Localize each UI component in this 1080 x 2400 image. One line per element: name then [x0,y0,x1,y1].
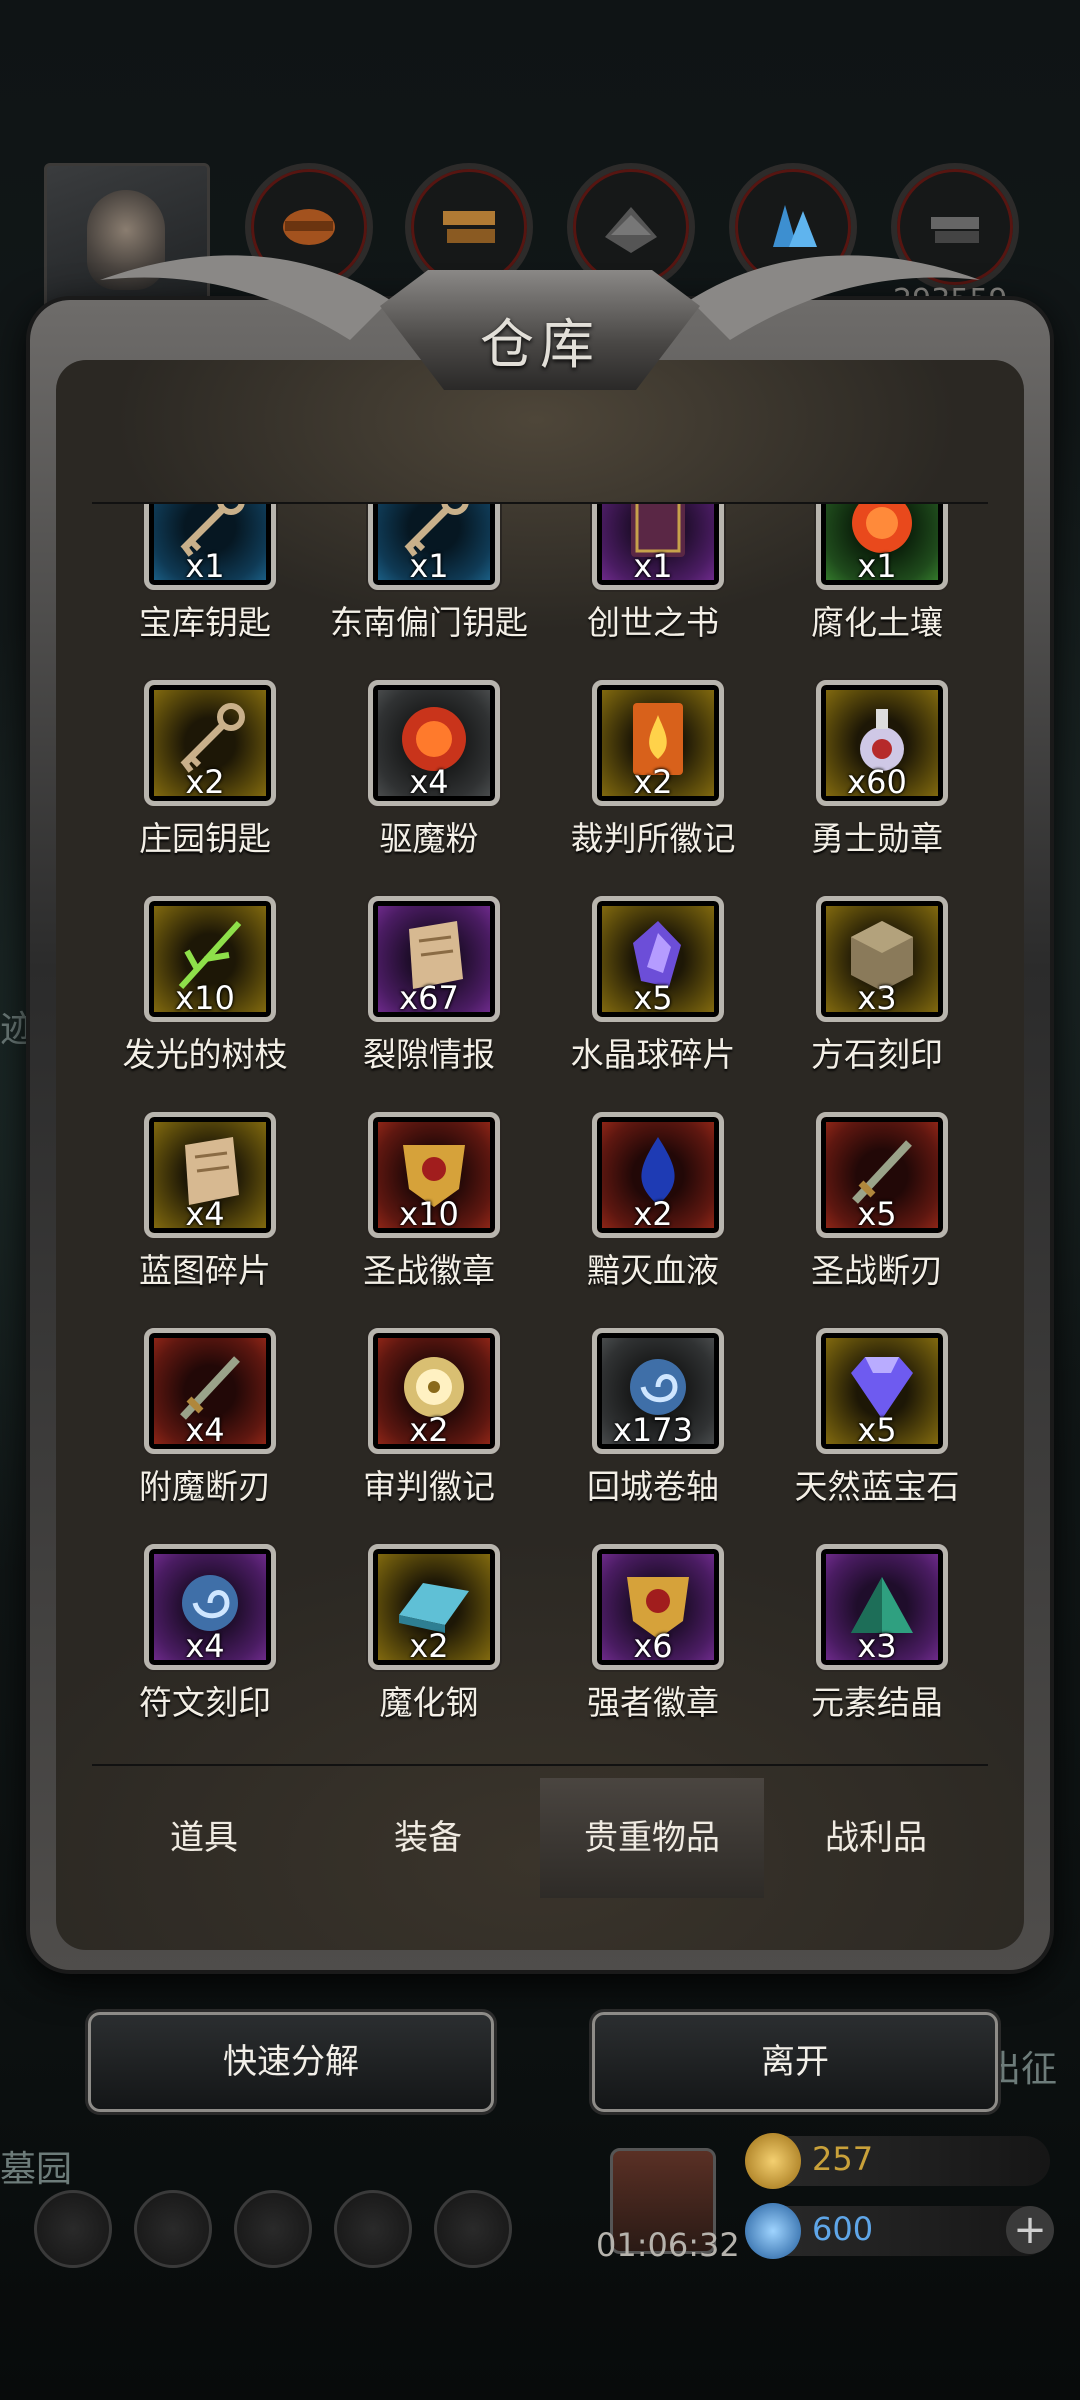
item-name: 圣战断刃 [811,1251,943,1290]
item-quantity: x67 [399,979,459,1017]
page-title: 仓库 [480,313,600,376]
inventory-item[interactable]: x1 宝库钥匙 [102,504,326,668]
item-quantity: x2 [633,763,673,801]
gem-icon [745,2203,801,2259]
item-quantity: x10 [399,1195,459,1233]
item-name: 回城卷轴 [587,1467,719,1506]
inventory-item[interactable]: x60 勇士勋章 [774,668,988,884]
item-name: 裂隙情报 [363,1035,495,1074]
inventory-item[interactable]: x3 元素结晶 [774,1532,988,1748]
gem-value: 600 [812,2210,874,2248]
item-quantity: x173 [612,1411,693,1449]
tab-equipment[interactable]: 装备 [316,1778,540,1898]
item-grid[interactable]: x1 宝库钥匙 x1 东南偏门钥匙 x1 创世之书 x1 腐化土壤 x2 庄园钥匙 x4 驱魔粉 x2 裁… [92,502,988,1766]
quick-decompose-button[interactable]: 快速分解 [88,2012,494,2112]
item-quantity: x5 [857,1195,897,1233]
category-tabs: 道具 装备 贵重物品 战利品 [92,1778,988,1898]
item-name: 蓝图碎片 [139,1251,271,1290]
item-quantity: x1 [409,547,449,585]
item-quantity: x4 [185,1195,225,1233]
item-name: 审判徽记 [363,1467,495,1506]
inventory-item[interactable]: x1 东南偏门钥匙 [326,504,550,668]
item-name: 水晶球碎片 [570,1035,736,1074]
item-name: 符文刻印 [139,1683,271,1722]
item-quantity: x5 [633,979,673,1017]
graveyard-label[interactable]: 墓园 [0,2140,72,2192]
inventory-item[interactable]: x4 蓝图碎片 [102,1100,326,1316]
inventory-item[interactable]: x2 魔化钢 [326,1532,550,1748]
item-quantity: x3 [857,1627,897,1665]
tab-valuables[interactable]: 贵重物品 [540,1778,764,1898]
inventory-item[interactable]: x2 黯灭血液 [550,1100,774,1316]
item-name: 天然蓝宝石 [794,1467,960,1506]
inventory-item[interactable]: x4 驱魔粉 [326,668,550,884]
gift-timer: 01:06:32 [596,2226,740,2264]
item-quantity: x1 [633,547,673,585]
inventory-item[interactable]: x3 方石刻印 [774,884,988,1100]
item-quantity: x6 [633,1627,673,1665]
item-name: 宝库钥匙 [139,603,271,642]
inventory-item[interactable]: x5 圣战断刃 [774,1100,988,1316]
inventory-item[interactable]: x2 庄园钥匙 [102,668,326,884]
inventory-item[interactable]: x67 裂隙情报 [326,884,550,1100]
item-quantity: x4 [185,1627,225,1665]
item-name: 勇士勋章 [811,819,943,858]
item-quantity: x60 [847,763,907,801]
item-name: 强者徽章 [587,1683,719,1722]
menu-icon-1[interactable] [34,2190,112,2268]
item-name: 裁判所徽记 [570,819,736,858]
item-quantity: x4 [185,1411,225,1449]
item-name: 驱魔粉 [379,819,479,858]
gold-value: 257 [812,2140,874,2178]
right-horn-decoration [690,255,980,340]
tab-items[interactable]: 道具 [92,1778,316,1898]
menu-icon-3[interactable] [234,2190,312,2268]
item-quantity: x1 [857,547,897,585]
inventory-item[interactable]: x10 圣战徽章 [326,1100,550,1316]
inventory-item[interactable]: x4 符文刻印 [102,1532,326,1748]
inventory-item[interactable]: x4 附魔断刃 [102,1316,326,1532]
add-gems-button[interactable]: + [1006,2206,1054,2254]
inventory-item[interactable]: x5 水晶球碎片 [550,884,774,1100]
item-quantity: x2 [409,1411,449,1449]
gold-coin-icon [745,2133,801,2189]
menu-icon-5[interactable] [434,2190,512,2268]
item-quantity: x1 [185,547,225,585]
item-name: 庄园钥匙 [139,819,271,858]
item-quantity: x2 [185,763,225,801]
item-quantity: x4 [409,763,449,801]
leave-button[interactable]: 离开 [592,2012,998,2112]
item-name: 发光的树枝 [122,1035,288,1074]
item-name: 元素结晶 [811,1683,943,1722]
item-name: 腐化土壤 [811,603,943,642]
menu-icon-2[interactable] [134,2190,212,2268]
item-name: 魔化钢 [379,1683,479,1722]
item-quantity: x2 [409,1627,449,1665]
item-name: 东南偏门钥匙 [330,603,528,642]
item-quantity: x5 [857,1411,897,1449]
item-name: 圣战徽章 [363,1251,495,1290]
tab-loot[interactable]: 战利品 [764,1778,988,1898]
inventory-item[interactable]: x1 创世之书 [550,504,774,668]
menu-icon-4[interactable] [334,2190,412,2268]
inventory-item[interactable]: x173 回城卷轴 [550,1316,774,1532]
inventory-item[interactable]: x2 审判徽记 [326,1316,550,1532]
inventory-item[interactable]: x5 天然蓝宝石 [774,1316,988,1532]
item-quantity: x2 [633,1195,673,1233]
item-name: 创世之书 [587,603,719,642]
item-quantity: x10 [175,979,235,1017]
inventory-item[interactable]: x2 裁判所徽记 [550,668,774,884]
item-quantity: x3 [857,979,897,1017]
inventory-item[interactable]: x10 发光的树枝 [102,884,326,1100]
inventory-item[interactable]: x1 腐化土壤 [774,504,988,668]
item-name: 附魔断刃 [139,1467,271,1506]
inventory-item[interactable]: x6 强者徽章 [550,1532,774,1748]
left-horn-decoration [100,255,390,340]
item-name: 方石刻印 [811,1035,943,1074]
item-name: 黯灭血液 [587,1251,719,1290]
